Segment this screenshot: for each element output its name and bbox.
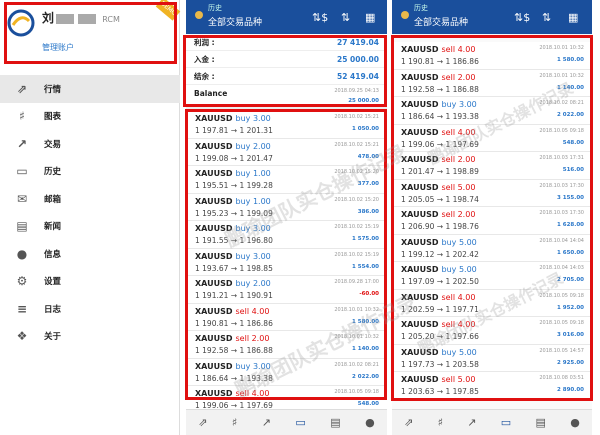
- trade-icon[interactable]: ↗: [262, 416, 271, 429]
- mail-icon: ✉: [16, 191, 28, 206]
- screen-subtitle: 历史: [208, 4, 222, 12]
- drawer-item-label: 设置: [44, 277, 62, 288]
- drawer-item[interactable]: ♯ 图表: [0, 103, 180, 131]
- chart-icon[interactable]: ♯: [438, 416, 443, 429]
- chat-icon: ●: [16, 246, 28, 261]
- drawer-item[interactable]: ↗ 交易: [0, 130, 180, 158]
- calendar-icon[interactable]: ▦: [365, 11, 375, 24]
- trade-icon: ↗: [16, 136, 28, 151]
- globe-icon: [401, 11, 409, 19]
- dollar-sort-icon[interactable]: ⇅$: [312, 11, 328, 24]
- log-icon: ≡: [16, 301, 28, 316]
- bottom-nav-left: ⇗ ♯ ↗ ▭ ▤ ●: [186, 409, 387, 435]
- sort-icon[interactable]: ⇅: [341, 11, 350, 24]
- quotes-icon[interactable]: ⇗: [404, 416, 413, 429]
- chat-icon[interactable]: ●: [570, 416, 580, 429]
- bottom-nav-right: ⇗ ♯ ↗ ▭ ▤ ●: [392, 409, 592, 435]
- settings-icon: ⚙: [16, 274, 28, 289]
- symbol-filter[interactable]: 全部交易品种: [414, 15, 468, 28]
- drawer-item[interactable]: ≡ 日志: [0, 295, 180, 323]
- drawer-item[interactable]: ▤ 新闻: [0, 213, 180, 241]
- sort-icon[interactable]: ⇅: [542, 11, 551, 24]
- trade-icon[interactable]: ↗: [467, 416, 476, 429]
- drawer-item-label: 历史: [44, 167, 62, 178]
- drawer-menu: ⇗ 行情 ♯ 图表 ↗ 交易 ▭ 历史 ✉ 邮箱 ▤ 新闻 ● 信息 ⚙ 设置 ≡ 日志 ❖ 关于: [0, 75, 180, 350]
- history-icon[interactable]: ▭: [501, 416, 511, 429]
- quotes-icon[interactable]: ⇗: [198, 416, 207, 429]
- chart-icon: ♯: [19, 109, 25, 124]
- drawer-item-label: 交易: [44, 139, 62, 150]
- highlight-box: [183, 35, 387, 107]
- dollar-sort-icon[interactable]: ⇅$: [514, 11, 530, 24]
- top-bar: 历史 全部交易品种 ⇅$ ⇅ ▦: [186, 0, 387, 34]
- symbol-filter[interactable]: 全部交易品种: [208, 15, 262, 28]
- drawer-item[interactable]: ❖ 关于: [0, 323, 180, 351]
- history-icon: ▭: [16, 164, 28, 179]
- drawer-item[interactable]: ● 信息: [0, 240, 180, 268]
- drawer-item-label: 图表: [44, 112, 62, 123]
- history-icon[interactable]: ▭: [295, 416, 305, 429]
- news-icon[interactable]: ▤: [330, 416, 340, 429]
- news-icon[interactable]: ▤: [536, 416, 546, 429]
- navigation-drawer: 刘 RCM 管理账户 DEMO ⇗ 行情 ♯ 图表 ↗ 交易 ▭ 历史 ✉ 邮箱 ▤ 新闻 ● 信息 ⚙ 设置…: [0, 0, 181, 435]
- drawer-item[interactable]: ⇗ 行情: [0, 75, 180, 103]
- news-icon: ▤: [16, 219, 28, 234]
- drawer-item[interactable]: ⚙ 设置: [0, 268, 180, 296]
- chat-icon[interactable]: ●: [365, 416, 375, 429]
- screen-subtitle: 历史: [414, 4, 428, 12]
- drawer-item-label: 日志: [44, 304, 62, 315]
- about-icon: ❖: [16, 329, 28, 344]
- drawer-item-label: 行情: [44, 84, 62, 95]
- calendar-icon[interactable]: ▦: [568, 11, 578, 24]
- drawer-item-label: 关于: [44, 332, 62, 343]
- highlight-box: [185, 109, 387, 400]
- highlight-box: [4, 2, 177, 64]
- drawer-item-label: 邮箱: [44, 194, 62, 205]
- chart-icon[interactable]: ♯: [232, 416, 237, 429]
- drawer-item[interactable]: ▭ 历史: [0, 158, 180, 186]
- highlight-box: [391, 35, 593, 401]
- globe-icon: [195, 11, 203, 19]
- quotes-icon: ⇗: [16, 81, 28, 96]
- drawer-item-label: 新闻: [44, 222, 62, 233]
- trade-profit: 548.00: [357, 401, 379, 407]
- drawer-item-label: 信息: [44, 249, 62, 260]
- drawer-item[interactable]: ✉ 邮箱: [0, 185, 180, 213]
- top-bar: 历史 全部交易品种 ⇅$ ⇅ ▦: [392, 0, 592, 34]
